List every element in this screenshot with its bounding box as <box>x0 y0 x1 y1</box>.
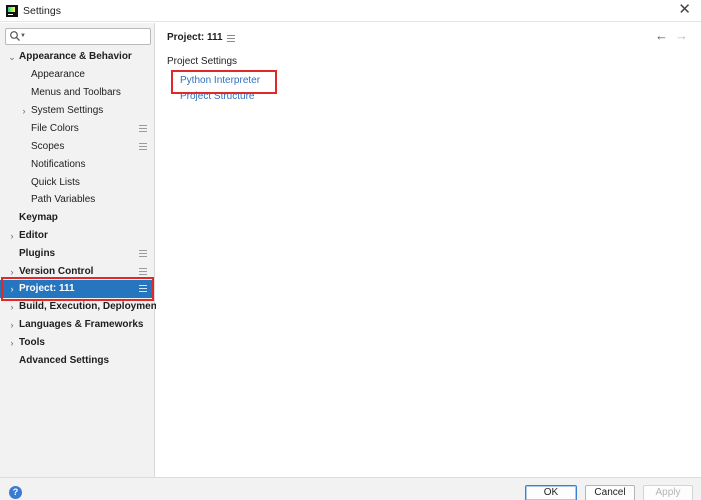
sidebar-item-label: Tools <box>19 337 45 348</box>
search-input[interactable] <box>28 30 146 43</box>
dialog-footer: ? OK Cancel Apply <box>0 477 701 500</box>
chevron-right-icon[interactable]: › <box>7 316 17 334</box>
project-settings-icon <box>139 250 147 258</box>
sidebar-item-scopes[interactable]: Scopes <box>0 138 154 156</box>
sidebar-item-label: System Settings <box>31 105 104 116</box>
settings-content: Project: 111 ← → Project Settings Python… <box>156 23 701 477</box>
sidebar-item-quick-lists[interactable]: Quick Lists <box>0 174 154 192</box>
highlight-box-project <box>1 277 154 301</box>
chevron-right-icon[interactable]: › <box>7 334 17 352</box>
sidebar-item-keymap[interactable]: Keymap <box>0 209 154 227</box>
sidebar-item-label: Menus and Toolbars <box>31 87 121 98</box>
ok-button[interactable]: OK <box>525 485 577 500</box>
sidebar-item-label: Appearance <box>31 69 85 80</box>
sidebar-item-file-colors[interactable]: File Colors <box>0 120 154 138</box>
highlight-box-python-interpreter <box>171 70 277 94</box>
sidebar-item-label: Appearance & Behavior <box>19 51 132 62</box>
forward-arrow-icon[interactable]: → <box>675 28 688 43</box>
project-settings-icon <box>139 143 147 151</box>
sidebar-item-system-settings[interactable]: › System Settings <box>0 102 154 120</box>
sidebar-item-label: Notifications <box>31 159 86 170</box>
sidebar-item-appearance-behavior[interactable]: ⌄ Appearance & Behavior <box>0 48 154 66</box>
search-options-chevron-icon[interactable]: ▼ <box>20 33 26 39</box>
project-settings-icon <box>139 125 147 133</box>
sidebar-item-notifications[interactable]: Notifications <box>0 156 154 174</box>
window-title: Settings <box>23 5 61 17</box>
sidebar-item-label: File Colors <box>31 123 79 134</box>
sidebar-item-editor[interactable]: › Editor <box>0 227 154 245</box>
title-bar: Settings ✕ <box>0 0 701 22</box>
sidebar-item-label: Keymap <box>19 212 58 223</box>
sidebar-item-tools[interactable]: › Tools <box>0 334 154 352</box>
sidebar-item-label: Languages & Frameworks <box>19 319 144 330</box>
close-icon[interactable]: ✕ <box>678 2 691 18</box>
chevron-down-icon[interactable]: ⌄ <box>7 48 17 66</box>
sidebar-item-advanced-settings[interactable]: Advanced Settings <box>0 352 154 370</box>
section-title: Project Settings <box>167 56 238 67</box>
sidebar-item-label: Quick Lists <box>31 177 80 188</box>
apply-button[interactable]: Apply <box>643 485 693 500</box>
sidebar-item-label: Scopes <box>31 141 65 152</box>
chevron-right-icon[interactable]: › <box>7 227 17 245</box>
search-field[interactable]: ▼ <box>5 28 151 45</box>
sidebar-item-path-variables[interactable]: Path Variables <box>0 191 154 209</box>
sidebar-item-label: Advanced Settings <box>19 355 110 366</box>
breadcrumb: Project: 111 <box>167 32 223 43</box>
help-icon[interactable]: ? <box>9 486 22 499</box>
settings-sidebar: ▼ ⌄ Appearance & Behavior Appearance Men… <box>0 23 160 477</box>
project-settings-icon <box>227 35 235 43</box>
sidebar-item-label: Plugins <box>19 248 56 259</box>
back-arrow-icon[interactable]: ← <box>655 28 668 43</box>
cancel-button[interactable]: Cancel <box>585 485 635 500</box>
sidebar-item-plugins[interactable]: Plugins <box>0 245 154 263</box>
pycharm-app-icon <box>6 5 18 17</box>
sidebar-item-languages-frameworks[interactable]: › Languages & Frameworks <box>0 316 154 334</box>
project-settings-icon <box>139 268 147 276</box>
sidebar-item-label: Path Variables <box>31 194 96 205</box>
sidebar-item-label: Editor <box>19 230 48 241</box>
sidebar-item-appearance[interactable]: Appearance <box>0 66 154 84</box>
chevron-right-icon[interactable]: › <box>19 102 29 120</box>
sidebar-item-menus-toolbars[interactable]: Menus and Toolbars <box>0 84 154 102</box>
